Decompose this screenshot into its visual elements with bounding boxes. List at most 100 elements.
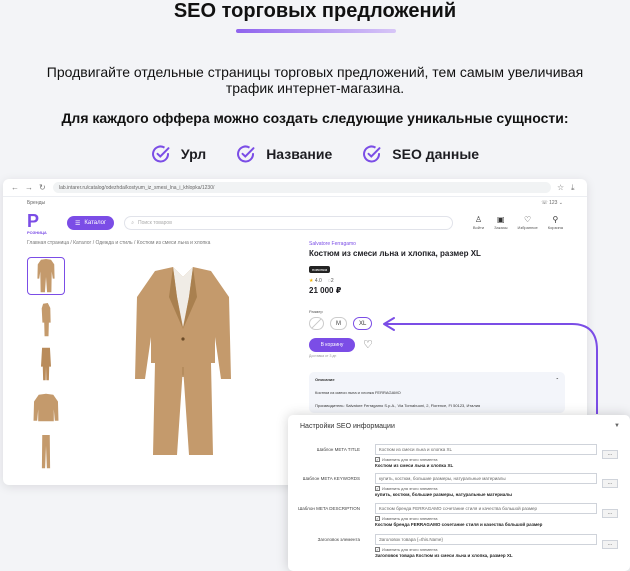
size-option-xl[interactable]: XL bbox=[353, 317, 373, 330]
url-field[interactable]: lab.intarer.ru/catalog/odezhda/kostyum_i… bbox=[53, 182, 551, 193]
orders-label: Заказы bbox=[494, 225, 508, 230]
element-heading-macro-button[interactable]: ... bbox=[602, 540, 618, 549]
element-heading-result: Заголовок товара Костюм из смеси льна и … bbox=[375, 553, 513, 558]
description-header[interactable]: Описание ⌃ bbox=[315, 377, 559, 382]
search-placeholder: Поиск товаров bbox=[138, 220, 172, 226]
collapse-triangle-icon[interactable]: ▼ bbox=[614, 423, 620, 430]
orders-button[interactable]: ▣ Заказы bbox=[494, 215, 508, 231]
city-selector[interactable]: ☏ 123 ⌄ bbox=[541, 200, 563, 206]
add-to-cart-button[interactable]: В корзину bbox=[309, 338, 355, 352]
suit-thumb-image bbox=[37, 259, 55, 293]
menu-icon: ☰ bbox=[75, 220, 81, 227]
seo-label-title: Шаблон META TITLE bbox=[316, 447, 360, 452]
user-icon: ♙ bbox=[474, 215, 483, 224]
chevron-up-icon[interactable]: ⌃ bbox=[556, 377, 559, 382]
thumbnail-trousers[interactable] bbox=[27, 433, 65, 471]
reviews-link[interactable]: ◌2 bbox=[328, 278, 334, 284]
product-name: Костюм из смеси льна и хлопка, размер XL bbox=[309, 249, 481, 258]
star-icon: ★ bbox=[309, 278, 314, 284]
jacket-thumb-image bbox=[33, 393, 59, 422]
meta-keywords-result: купить, костюм, большие размеры, натурал… bbox=[375, 492, 512, 497]
product-main-image[interactable] bbox=[133, 267, 233, 457]
hero-subtitle: Продвигайте отдельные страницы торговых … bbox=[46, 64, 584, 96]
hero-bold-line: Для каждого оффера можно создать следующ… bbox=[61, 110, 569, 126]
thumbnail-jacket[interactable] bbox=[27, 389, 65, 427]
favorites-label: Избранное bbox=[517, 225, 538, 230]
buy-row: В корзину ♡ bbox=[309, 338, 579, 352]
checkbox-checked-icon[interactable]: ✓ bbox=[375, 486, 380, 491]
catalog-button[interactable]: ☰ Каталог bbox=[67, 216, 115, 230]
element-heading-input[interactable]: Заголовок товара {=this.Name} bbox=[375, 534, 597, 545]
meta-keywords-input[interactable]: купить, костюм, большие размеры, натурал… bbox=[375, 473, 597, 484]
checkbox-checked-icon[interactable]: ✓ bbox=[375, 516, 380, 521]
cart-label: Корзина bbox=[547, 225, 563, 230]
page-title: SEO торговых предложений bbox=[173, 0, 457, 22]
checkbox-checked-icon[interactable]: ✓ bbox=[375, 547, 380, 552]
product-info: Salvatore Ferragamo Костюм из смеси льна… bbox=[309, 241, 579, 413]
search-input[interactable]: ⌕ Поиск товаров bbox=[124, 216, 453, 230]
cart-button[interactable]: ⚲ Корзина bbox=[547, 215, 563, 231]
description-title: Описание bbox=[315, 377, 335, 382]
meta-title-result: Костюм из смеси льна и хлопка XL bbox=[375, 463, 454, 468]
login-button[interactable]: ♙ Войти bbox=[473, 215, 484, 231]
description-manufacturer: Производитель: Salvatore Ferragamo S.p.A… bbox=[315, 403, 481, 408]
element-heading-override[interactable]: ✓ Изменить для этого элемента bbox=[375, 547, 437, 552]
feature-url: Урл bbox=[151, 144, 206, 164]
catalog-label: Каталог bbox=[84, 220, 107, 226]
back-icon[interactable]: ← bbox=[11, 183, 19, 192]
address-bar: ← → ↻ lab.intarer.ru/catalog/odezhda/kos… bbox=[3, 179, 587, 197]
product-price: 21 000 ₽ bbox=[309, 286, 342, 295]
meta-title-input[interactable]: Костюм из смеси льна и хлопка XL bbox=[375, 444, 597, 455]
thumbnail-suit-back[interactable] bbox=[27, 345, 65, 383]
feature-list: Урл Название SEO данные bbox=[0, 144, 630, 164]
cart-icon: ⚲ bbox=[552, 215, 559, 224]
title-underline bbox=[236, 29, 396, 33]
logo-text: РОЗНИЦА bbox=[27, 230, 47, 235]
meta-description-macro-button[interactable]: ... bbox=[602, 509, 618, 518]
seo-panel-header[interactable]: Настройки SEO информации ▼ bbox=[288, 415, 630, 436]
forward-icon[interactable]: → bbox=[25, 183, 33, 192]
check-circle-icon bbox=[363, 145, 381, 163]
box-icon: ▣ bbox=[497, 215, 505, 224]
feature-seo: SEO данные bbox=[362, 144, 479, 164]
reviews-count: 2 bbox=[330, 278, 334, 284]
meta-title-macro-button[interactable]: ... bbox=[602, 450, 618, 459]
seo-settings-panel: Настройки SEO информации ▼ Шаблон META T… bbox=[288, 415, 630, 571]
site-header: Р РОЗНИЦА ☰ Каталог ⌕ Поиск товаров ♙ Вой… bbox=[3, 209, 587, 237]
feature-label: SEO данные bbox=[392, 146, 480, 162]
size-option-m[interactable]: M bbox=[330, 317, 347, 330]
check-circle-icon bbox=[237, 145, 255, 163]
city-selector-label: 123 bbox=[549, 200, 558, 206]
favorites-button[interactable]: ♡ Избранное bbox=[517, 215, 538, 231]
new-badge: новинка bbox=[309, 266, 331, 273]
product-rating: ★ 4.0 ◌2 bbox=[309, 278, 579, 284]
thumbnail-suit-side[interactable] bbox=[27, 301, 65, 339]
size-selector: M XL bbox=[309, 317, 579, 330]
size-label: Размер bbox=[309, 309, 323, 314]
favorite-heart-icon[interactable]: ♡ bbox=[363, 339, 373, 351]
description-text: Костюм из смеси льна и хлопка FERRAGAMO bbox=[315, 390, 401, 395]
meta-description-result: Костюм бренда FERRAGAMO сочетание стиля … bbox=[375, 522, 543, 527]
size-option-unavailable[interactable] bbox=[309, 317, 324, 330]
download-icon[interactable]: ⤓ bbox=[571, 183, 579, 192]
heart-icon: ♡ bbox=[524, 215, 532, 224]
seo-label-description: Шаблон META DESCRIPTION bbox=[298, 506, 360, 511]
checkbox-checked-icon[interactable]: ✓ bbox=[375, 457, 380, 462]
meta-keywords-macro-button[interactable]: ... bbox=[602, 479, 618, 488]
meta-title-override[interactable]: ✓ Изменить для этого элемента bbox=[375, 457, 437, 462]
seo-label-keywords: Шаблон META KEYWORDS bbox=[302, 476, 360, 481]
product-brand[interactable]: Salvatore Ferragamo bbox=[309, 241, 579, 247]
feature-name: Название bbox=[236, 144, 332, 164]
delivery-note: Доставка от 3 дн bbox=[309, 354, 337, 358]
site-logo[interactable]: Р РОЗНИЦА bbox=[27, 212, 57, 235]
thumbnail-suit-front[interactable] bbox=[27, 257, 65, 295]
override-label: Изменить для этого элемента bbox=[382, 486, 438, 491]
star-icon[interactable]: ☆ bbox=[557, 183, 565, 192]
reload-icon[interactable]: ↻ bbox=[39, 183, 47, 192]
meta-description-override[interactable]: ✓ Изменить для этого элемента bbox=[375, 516, 437, 521]
meta-description-input[interactable]: Костюм бренда FERRAGAMO сочетание стиля … bbox=[375, 503, 597, 514]
feature-label: Урл bbox=[180, 146, 207, 162]
meta-keywords-override[interactable]: ✓ Изменить для этого элемента bbox=[375, 486, 437, 491]
seo-panel-title: Настройки SEO информации bbox=[300, 423, 395, 430]
brands-link[interactable]: Бренды bbox=[27, 200, 45, 206]
